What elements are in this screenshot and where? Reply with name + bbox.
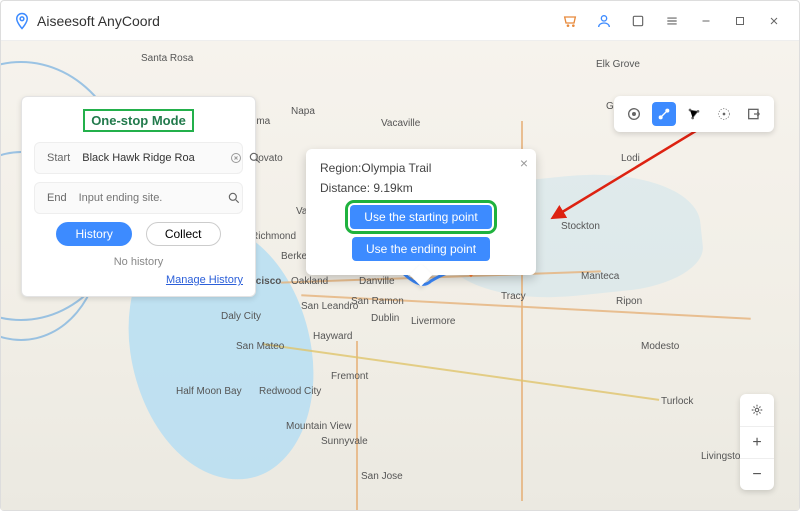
city-label: San Ramon — [351, 296, 404, 307]
city-label: Mountain View — [286, 421, 351, 432]
cart-icon[interactable] — [557, 8, 583, 34]
city-label: Vacaville — [381, 118, 420, 129]
city-label: Livermore — [411, 316, 455, 327]
popup-distance: Distance: 9.19km — [320, 181, 522, 195]
popup-close-icon[interactable]: × — [520, 155, 528, 171]
start-label: Start — [47, 152, 70, 164]
search-start-icon[interactable] — [248, 150, 262, 166]
window-icon[interactable] — [625, 8, 651, 34]
mode-title: One-stop Mode — [83, 109, 194, 132]
maximize-icon[interactable] — [727, 8, 753, 34]
titlebar: Aiseesoft AnyCoord — [1, 1, 799, 41]
city-label: Daly City — [221, 311, 261, 322]
map-canvas[interactable]: Santa Rosa Napa Elk Grove Galt Fairfield… — [1, 41, 799, 510]
no-history-text: No history — [34, 256, 243, 268]
multi-stop-tool[interactable] — [682, 102, 706, 126]
collect-button[interactable]: Collect — [146, 222, 221, 246]
city-label: San Jose — [361, 471, 403, 482]
close-icon[interactable] — [761, 8, 787, 34]
city-label: Elk Grove — [596, 59, 640, 70]
clear-start-icon[interactable] — [230, 150, 242, 166]
region-popup: × Region:Olympia Trail Distance: 9.19km … — [306, 149, 536, 275]
zoom-out-button[interactable]: − — [740, 458, 774, 490]
city-label: Santa Rosa — [141, 53, 193, 64]
joystick-tool[interactable] — [712, 102, 736, 126]
start-field: Start — [34, 142, 243, 174]
city-label: Ripon — [616, 296, 642, 307]
route-panel: One-stop Mode Start End History Collect … — [21, 96, 256, 297]
menu-icon[interactable] — [659, 8, 685, 34]
city-label: Oakland — [291, 276, 328, 287]
app-title: Aiseesoft AnyCoord — [37, 13, 160, 29]
city-label: Manteca — [581, 271, 619, 282]
mode-toolbar — [614, 96, 774, 132]
zoom-control: + − — [740, 394, 774, 490]
city-label: Richmond — [251, 231, 296, 242]
end-input[interactable] — [79, 192, 221, 204]
end-field: End — [34, 182, 243, 214]
user-icon[interactable] — [591, 8, 617, 34]
use-ending-point-button[interactable]: Use the ending point — [352, 237, 490, 261]
manage-history-link[interactable]: Manage History — [166, 274, 243, 286]
map-settings-button[interactable] — [740, 394, 774, 426]
city-label: Tracy — [501, 291, 526, 302]
city-label: Stockton — [561, 221, 600, 232]
city-label: Napa — [291, 106, 315, 117]
popup-region: Region:Olympia Trail — [320, 161, 522, 175]
city-label: Dublin — [371, 313, 399, 324]
minimize-icon[interactable] — [693, 8, 719, 34]
city-label: Sunnyvale — [321, 436, 368, 447]
start-input[interactable] — [82, 152, 224, 164]
export-tool[interactable] — [742, 102, 766, 126]
one-stop-tool[interactable] — [652, 102, 676, 126]
end-label: End — [47, 192, 67, 204]
city-label: Modesto — [641, 341, 679, 352]
search-end-icon[interactable] — [227, 190, 241, 206]
city-label: Redwood City — [259, 386, 321, 397]
city-label: Fremont — [331, 371, 368, 382]
city-label: San Mateo — [236, 341, 284, 352]
history-button[interactable]: History — [56, 222, 131, 246]
zoom-in-button[interactable]: + — [740, 426, 774, 458]
city-label: Turlock — [661, 396, 693, 407]
modify-location-tool[interactable] — [622, 102, 646, 126]
pin-icon — [13, 12, 31, 30]
use-starting-point-button[interactable]: Use the starting point — [350, 205, 491, 229]
city-label: Half Moon Bay — [176, 386, 242, 397]
city-label: Hayward — [313, 331, 352, 342]
city-label: Danville — [359, 276, 395, 287]
city-label: Lodi — [621, 153, 640, 164]
city-label: San Leandro — [301, 301, 358, 312]
app-logo: Aiseesoft AnyCoord — [13, 12, 160, 30]
